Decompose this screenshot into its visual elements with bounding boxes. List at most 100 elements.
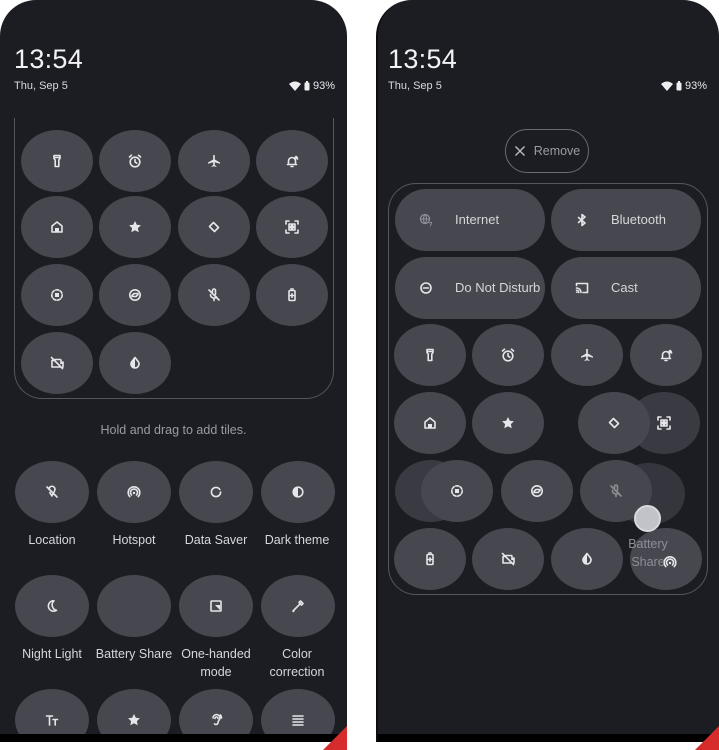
left-phone-screen: 13:54 Thu, Sep 5 93% Hold and drag to ad… [0, 0, 347, 742]
available-tile-label: One-handed mode [181, 647, 251, 679]
wifi-icon [660, 81, 673, 91]
tile-favorite[interactable] [472, 392, 544, 454]
clock: 13:54 [14, 44, 84, 74]
tile-do-not-disturb[interactable]: Do Not Disturb [395, 257, 545, 319]
battery-saver-icon [426, 552, 434, 566]
tile-invert-colors[interactable] [99, 332, 171, 394]
tile-flashlight[interactable] [394, 324, 466, 386]
available-tile-color-correction[interactable] [261, 575, 335, 637]
tile-alarm[interactable] [99, 130, 171, 192]
tile-camera-off[interactable] [21, 332, 93, 394]
flashlight-icon [426, 348, 434, 362]
tile-screen-record[interactable] [21, 264, 93, 326]
tile-sync[interactable] [501, 460, 573, 522]
invert-colors-icon [130, 356, 140, 369]
tile-home[interactable] [394, 392, 466, 454]
available-tile-label: Data Saver [184, 533, 248, 547]
clock: 13:54 [388, 44, 458, 74]
star-icon [502, 417, 514, 429]
cast-icon [575, 282, 589, 294]
remove-button[interactable]: Remove [505, 129, 589, 173]
tile-favorite[interactable] [99, 196, 171, 258]
flashlight-icon [53, 154, 61, 168]
tile-airplane[interactable] [178, 130, 250, 192]
available-tile-one-handed[interactable] [179, 575, 253, 637]
tile-camera-off[interactable] [472, 528, 544, 590]
tile-qr-scan[interactable] [256, 196, 328, 258]
internet-icon: ? [419, 213, 433, 227]
dragging-tile-label: Battery Share [628, 537, 668, 569]
status-bar: 93% [660, 80, 707, 92]
battery-saver-icon [288, 288, 296, 302]
home-icon [424, 417, 436, 429]
battery-icon [676, 81, 682, 91]
tile-alarm[interactable] [472, 324, 544, 386]
alarm-icon [501, 348, 515, 362]
qr-scan-icon [657, 416, 671, 430]
tile-home[interactable] [21, 196, 93, 258]
mic-off-icon [610, 484, 622, 498]
tile-flashlight[interactable] [21, 130, 93, 192]
available-tile-label: Battery Share [95, 647, 173, 661]
bottom-edge [378, 734, 719, 742]
corner-badge-icon [695, 726, 719, 750]
tile-invert-colors[interactable] [551, 528, 623, 590]
available-tile-label: Dark theme [264, 533, 330, 547]
tile-bluetooth[interactable]: Bluetooth [551, 189, 701, 251]
sync-icon [129, 289, 141, 301]
battery-percent: 93% [684, 80, 707, 92]
tile-battery-saver[interactable] [394, 528, 466, 590]
available-tile-battery-share[interactable] [97, 575, 171, 637]
drag-touch-indicator[interactable] [634, 505, 661, 532]
tile-auto-rotate[interactable] [178, 196, 250, 258]
one-handed-icon [210, 600, 222, 612]
bell-ring-icon [660, 349, 673, 362]
eyedropper-icon [292, 600, 304, 613]
tile-label: Cast [611, 280, 638, 295]
dark-theme-icon [292, 486, 304, 498]
airplane-icon [208, 155, 220, 167]
hearing-icon [212, 713, 223, 726]
font-size-icon [45, 715, 59, 726]
bell-ring-icon [286, 155, 299, 168]
tile-screen-record[interactable] [421, 460, 493, 522]
camera-off-icon [50, 356, 64, 370]
sync-icon [531, 485, 543, 497]
bottom-edge [0, 734, 347, 742]
hotspot-icon [127, 486, 141, 498]
do-not-disturb-icon [420, 282, 432, 294]
drag-hint: Hold and drag to add tiles. [100, 423, 247, 437]
tile-bell-ring[interactable] [256, 130, 328, 192]
night-light-icon [47, 600, 58, 612]
tile-cast[interactable]: Cast [551, 257, 701, 319]
battery-percent: 93% [312, 80, 335, 92]
available-tile-location[interactable] [15, 461, 89, 523]
available-tile-label: Night Light [22, 647, 82, 661]
remove-label: Remove [533, 144, 581, 158]
tile-label: Do Not Disturb [455, 280, 541, 295]
tile-battery-saver[interactable] [256, 264, 328, 326]
available-tile-night-light[interactable] [15, 575, 89, 637]
tile-sync[interactable] [99, 264, 171, 326]
tile-auto-rotate[interactable] [578, 392, 650, 454]
battery-icon [304, 81, 310, 91]
available-tile-dark-theme[interactable] [261, 461, 335, 523]
screen-record-icon [51, 289, 63, 301]
date: Thu, Sep 5 [388, 80, 442, 92]
tile-bell-ring[interactable] [630, 324, 702, 386]
tile-internet[interactable]: ? Internet [395, 189, 545, 251]
wifi-icon [288, 81, 301, 91]
tile-mic-off[interactable] [178, 264, 250, 326]
close-icon [514, 145, 525, 157]
star-icon [129, 221, 141, 233]
tile-airplane[interactable] [551, 324, 623, 386]
alarm-icon [128, 154, 142, 168]
auto-rotate-icon [608, 417, 620, 429]
list-icon [292, 715, 304, 726]
status-bar: 93% [288, 80, 335, 92]
screen-record-icon [451, 485, 463, 497]
available-tile-data-saver[interactable] [179, 461, 253, 523]
available-tile-hotspot[interactable] [97, 461, 171, 523]
available-tile-label: Color correction [269, 647, 325, 679]
location-off-icon [46, 485, 58, 498]
